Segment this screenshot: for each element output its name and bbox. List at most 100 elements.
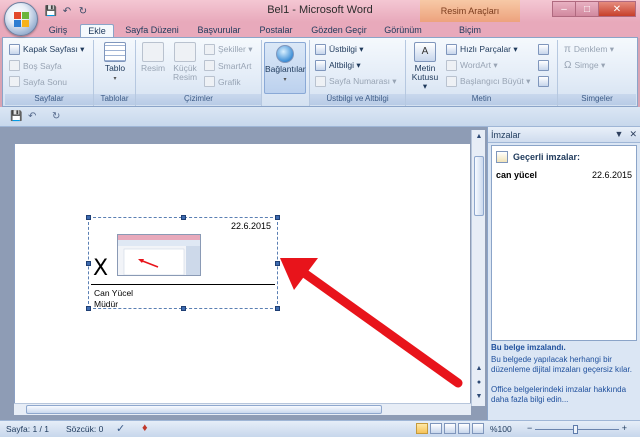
task-pane-title: İmzalar xyxy=(491,130,521,140)
signed-notice: Bu belge imzalandı. xyxy=(491,343,566,352)
zoom-slider-knob[interactable] xyxy=(573,425,578,434)
signature-status-icon[interactable]: ♦ xyxy=(142,422,148,434)
quick-access-bar: 💾 ↶ ↻ xyxy=(0,107,640,127)
clip-art-button[interactable]: Küçük Resim xyxy=(170,42,200,82)
group-label-metin: Metin xyxy=(406,94,557,105)
resize-handle[interactable] xyxy=(181,215,186,220)
date-time-button[interactable] xyxy=(538,60,549,71)
minimize-button[interactable]: – xyxy=(552,1,576,17)
tab-gorunum[interactable]: Görünüm xyxy=(378,24,428,38)
signature-line-button[interactable] xyxy=(538,44,549,55)
page-number-button[interactable]: Sayfa Numarası ▾ xyxy=(315,76,397,87)
scroll-up-icon[interactable]: ▲ xyxy=(474,132,484,142)
group-sayfalar: Kapak Sayfası ▾ Boş Sayfa Sayfa Sonu Say… xyxy=(5,40,94,106)
signature-line-object[interactable]: 22.6.2015 X Can Yücel Müdür xyxy=(86,215,280,311)
next-page-icon[interactable]: ▼ xyxy=(474,392,484,402)
resize-handle[interactable] xyxy=(86,261,91,266)
pi-icon: π xyxy=(564,44,571,55)
object-button[interactable] xyxy=(538,76,549,87)
symbol-button[interactable]: Ω Simge ▾ xyxy=(564,60,605,71)
signer-label: can yücel xyxy=(496,170,538,180)
window-title: Bel1 - Microsoft Word xyxy=(267,4,373,16)
text-box-button[interactable]: A Metin Kutusu ▾ xyxy=(409,42,441,91)
page-number-icon xyxy=(315,76,326,87)
vertical-scrollbar[interactable]: ▲ ▲ ● ▼ xyxy=(471,130,485,406)
zoom-slider[interactable]: − + xyxy=(527,423,627,434)
zoom-in-button[interactable]: + xyxy=(622,423,627,433)
group-label-sayfalar: Sayfalar xyxy=(5,94,93,105)
chart-icon xyxy=(204,76,215,87)
drop-cap-button[interactable]: Başlangıcı Büyüt ▾ xyxy=(446,76,530,87)
footer-icon xyxy=(315,60,326,71)
group-label-tablolar: Tablolar xyxy=(94,94,135,105)
signature-date: 22.6.2015 xyxy=(230,221,271,231)
page-indicator[interactable]: Sayfa: 1 / 1 xyxy=(6,424,49,434)
word-count[interactable]: Sözcük: 0 xyxy=(66,424,103,434)
previous-page-icon[interactable]: ▲ xyxy=(474,364,484,374)
cover-page-button[interactable]: Kapak Sayfası ▾ xyxy=(9,44,84,55)
more-info-link[interactable]: Office belgelerindeki imzalar hakkında d… xyxy=(491,385,626,404)
group-label-ustbilgi: Üstbilgi ve Altbilgi xyxy=(310,94,405,105)
signature-list-item[interactable]: can yücel 22.6.2015 xyxy=(496,170,632,180)
tab-gozden-gecir[interactable]: Gözden Geçir xyxy=(306,24,372,38)
horizontal-scrollbar[interactable] xyxy=(14,403,471,415)
save-icon[interactable]: 💾 xyxy=(10,111,22,122)
group-label-simgeler: Simgeler xyxy=(558,94,636,105)
web-layout-view-icon[interactable] xyxy=(444,423,456,434)
wordart-button[interactable]: WordArt ▾ xyxy=(446,60,498,71)
context-tab-group-label: Resim Araçları xyxy=(420,0,520,22)
zoom-level[interactable]: %100 xyxy=(490,424,512,434)
resize-handle[interactable] xyxy=(275,261,280,266)
draft-view-icon[interactable] xyxy=(472,423,484,434)
browse-object-icon[interactable]: ● xyxy=(474,378,484,388)
print-layout-view-icon[interactable] xyxy=(416,423,428,434)
picture-button[interactable]: Resim xyxy=(140,42,166,73)
footer-button[interactable]: Altbilgi ▾ xyxy=(315,60,361,71)
shapes-button[interactable]: Şekiller ▾ xyxy=(204,44,253,55)
equation-button[interactable]: π Denklem ▾ xyxy=(564,44,614,55)
resize-handle[interactable] xyxy=(86,306,91,311)
links-button[interactable]: Bağlantılar ▾ xyxy=(264,42,306,94)
omega-icon: Ω xyxy=(564,60,572,71)
window-controls: – □ ✕ xyxy=(552,1,636,17)
blank-page-button[interactable]: Boş Sayfa xyxy=(9,60,62,71)
header-button[interactable]: Üstbilgi ▾ xyxy=(315,44,364,55)
vertical-scroll-thumb[interactable] xyxy=(474,156,484,216)
pane-close-icon[interactable]: ✕ xyxy=(629,129,637,140)
close-button[interactable]: ✕ xyxy=(598,1,636,17)
view-buttons xyxy=(416,423,484,434)
maximize-button[interactable]: □ xyxy=(575,1,599,17)
smartart-icon xyxy=(204,60,215,71)
page-break-button[interactable]: Sayfa Sonu xyxy=(9,76,67,87)
smartart-button[interactable]: SmartArt xyxy=(204,60,252,71)
group-cizimler: Resim Küçük Resim Şekiller ▾ SmartArt Gr… xyxy=(136,40,262,106)
chart-button[interactable]: Grafik xyxy=(204,76,241,87)
tab-sayfa-duzeni[interactable]: Sayfa Düzeni xyxy=(120,24,184,38)
signatures-task-pane: İmzalar ▼ ✕ Geçerli imzalar: can yücel 2… xyxy=(487,127,640,420)
tab-postalar[interactable]: Postalar xyxy=(253,24,299,38)
tab-bicim[interactable]: Biçim xyxy=(450,24,490,38)
quick-parts-icon xyxy=(446,44,457,55)
table-button[interactable]: Tablo ▾ xyxy=(102,42,128,84)
resize-handle[interactable] xyxy=(275,306,280,311)
zoom-out-button[interactable]: − xyxy=(527,423,532,433)
outline-view-icon[interactable] xyxy=(458,423,470,434)
quick-parts-button[interactable]: Hızlı Parçalar ▾ xyxy=(446,44,518,55)
office-button[interactable] xyxy=(4,2,38,36)
pane-options-icon[interactable]: ▼ xyxy=(615,129,624,140)
edit-warning: Bu belgede yapılacak herhangi bir düzenl… xyxy=(491,355,632,374)
resize-handle[interactable] xyxy=(275,215,280,220)
undo-icon[interactable]: ↶ xyxy=(28,111,36,122)
ribbon-tabs: Giriş Ekle Sayfa Düzeni Başvurular Posta… xyxy=(0,22,640,38)
office-logo-icon xyxy=(14,12,30,28)
tab-basvurular[interactable]: Başvurular xyxy=(190,24,248,38)
page-break-icon xyxy=(9,76,20,87)
tab-giris[interactable]: Giriş xyxy=(40,24,76,38)
proofing-icon[interactable]: ✓ xyxy=(116,422,125,435)
full-screen-view-icon[interactable] xyxy=(430,423,442,434)
resize-handle[interactable] xyxy=(86,215,91,220)
horizontal-scroll-thumb[interactable] xyxy=(26,405,382,414)
tab-ekle[interactable]: Ekle xyxy=(80,24,114,38)
resize-handle[interactable] xyxy=(181,306,186,311)
redo-icon[interactable]: ↻ xyxy=(52,111,60,122)
